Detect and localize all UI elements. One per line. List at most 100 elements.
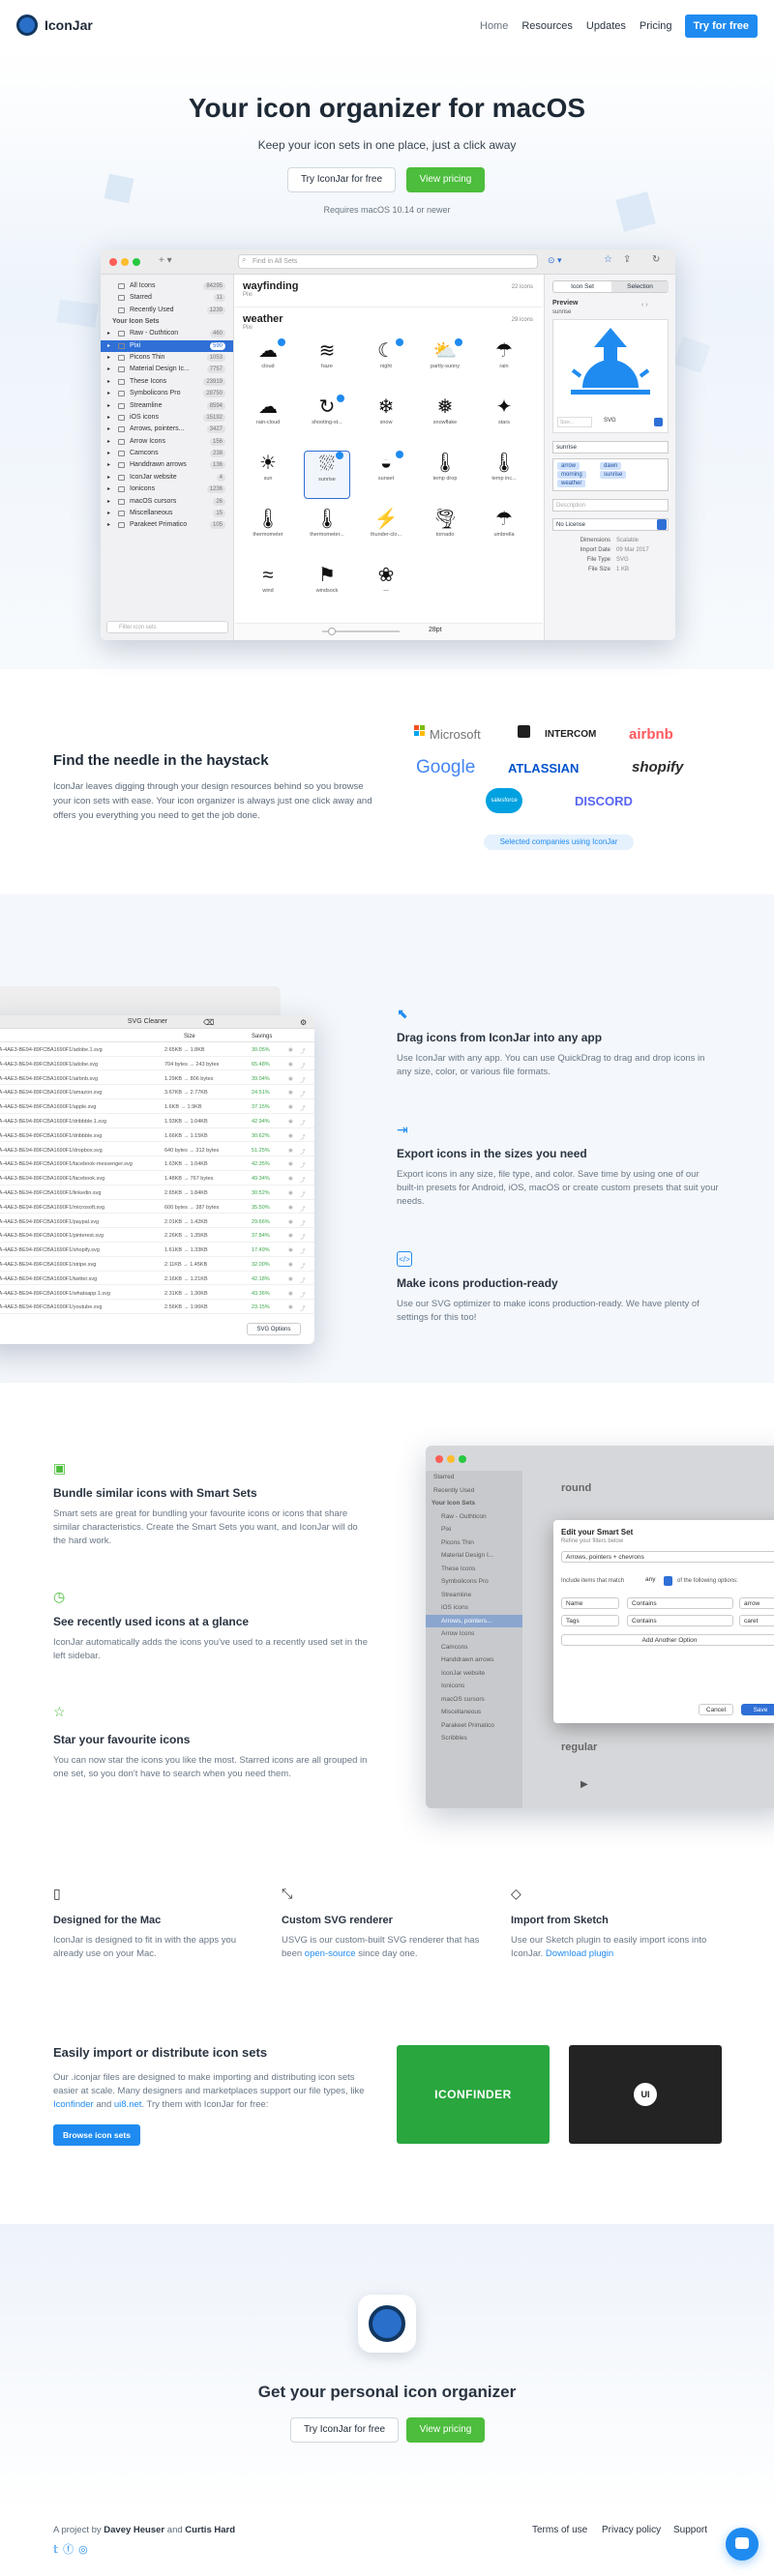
zoom-window-icon[interactable] [133,258,140,266]
prev-next-icon[interactable]: ‹ › [641,302,648,308]
quicklook-icon[interactable]: ◉ [288,1076,293,1082]
cleaner-row[interactable]: ...62CA-4AE3-BE94-89FCBA1690F1/facebook-… [0,1158,314,1172]
download-plugin-link[interactable]: Download plugin [546,1948,613,1959]
icon-tile[interactable]: ☁ cloud [245,338,291,387]
disclosure-icon[interactable]: ▸ [107,472,110,483]
sidebar-item[interactable]: ▸ Arrows, pointers... 3427 [101,424,233,435]
quicklook-icon[interactable]: ◉ [288,1119,293,1125]
cleaner-row[interactable]: ...62CA-4AE3-BE94-89FCBA1690F1/airbnb.sv… [0,1073,314,1086]
ui8-tile[interactable]: UI [569,2045,722,2144]
icon-tile[interactable]: ☀ sun [245,451,291,499]
ui8-link[interactable]: ui8.net [114,2099,142,2110]
sidebar-item[interactable]: ▸ Handdrawn arrows 136 [101,459,233,471]
quicklook-icon[interactable]: ◉ [288,1062,293,1068]
icon-tile[interactable]: ⚑ windsock [304,563,350,611]
cleaner-row[interactable]: ...62CA-4AE3-BE94-89FCBA1690F1/adobe.1.s… [0,1044,314,1057]
minimize-window-icon[interactable] [447,1455,455,1463]
nav-link-home[interactable]: Home [475,15,513,37]
disclosure-icon[interactable]: ▸ [107,424,110,435]
nav-link-resources[interactable]: Resources [517,15,578,37]
icon-tile[interactable]: ◒ sunset [363,451,409,499]
disclosure-icon[interactable]: ▸ [107,340,110,352]
sidebar-item[interactable]: ▸ Picons Thin 1053 [101,352,233,364]
quicklook-icon[interactable]: ◉ [288,1262,293,1268]
share-icon[interactable]: ⇪ [623,254,631,265]
author-davey-link[interactable]: Davey Heuser [104,2525,164,2535]
close-window-icon[interactable] [435,1455,443,1463]
size-input[interactable]: Size... [557,417,592,427]
disclosure-icon[interactable]: ▸ [107,448,110,459]
smart-sidebar-item[interactable]: Recently Used [426,1484,522,1498]
smart-sidebar-item[interactable]: iOS icons [426,1601,522,1615]
tag-chip[interactable]: weather [557,480,586,487]
twitter-icon[interactable]: 𝕥 [53,2544,63,2556]
finder-icon[interactable]: ⤴ [300,1090,306,1098]
add-icon[interactable]: + ▾ [159,255,172,266]
quicklook-icon[interactable]: ◉ [288,1161,293,1167]
disclosure-icon[interactable]: ▸ [107,508,110,519]
cleaner-row[interactable]: ...62CA-4AE3-BE94-89FCBA1690F1/twitter.s… [0,1273,314,1286]
cleaner-row[interactable]: ...62CA-4AE3-BE94-89FCBA1690F1/microsoft… [0,1202,314,1215]
smart-sidebar-item[interactable]: Streamline [426,1589,522,1602]
add-option-button[interactable]: Add Another Option [561,1634,774,1646]
sidebar-item[interactable]: ▸ Arrow Icons 156 [101,436,233,448]
disclosure-icon[interactable]: ▸ [107,328,110,339]
disclosure-icon[interactable]: ▸ [107,364,110,375]
zoom-window-icon[interactable] [459,1455,466,1463]
smart-sidebar-item[interactable]: Parakeet Primatico [426,1719,522,1733]
smart-sidebar-item[interactable]: Symbolicons Pro [426,1575,522,1589]
minimize-window-icon[interactable] [121,258,129,266]
nav-link-pricing[interactable]: Pricing [635,15,677,37]
smart-sidebar-item[interactable]: Pixi [426,1523,522,1537]
finder-icon[interactable]: ⤴ [300,1076,306,1084]
quicklook-icon[interactable]: ◉ [288,1047,293,1053]
smart-sidebar-item[interactable]: Starred [426,1471,522,1484]
support-link[interactable]: Support [673,2525,707,2535]
cleaner-row[interactable]: ...62CA-4AE3-BE94-89FCBA1690F1/shopify.s… [0,1244,314,1257]
icon-tile[interactable]: 🌪 tornado [422,507,468,555]
zoom-slider-handle[interactable] [328,628,336,635]
finder-icon[interactable]: ⤴ [300,1104,306,1112]
quicklook-icon[interactable]: ◉ [288,1304,293,1310]
match-select[interactable]: any [645,1576,655,1583]
quicklook-icon[interactable]: ◉ [288,1148,293,1154]
name-field[interactable]: sunrise [552,441,669,454]
license-select[interactable]: No License [552,518,669,531]
finder-icon[interactable]: ⤴ [300,1062,306,1069]
dribbble-icon[interactable]: ◎ [78,2544,93,2556]
finder-icon[interactable]: ⤴ [300,1304,306,1312]
open-source-link[interactable]: open-source [305,1948,356,1959]
cancel-button[interactable]: Cancel [699,1704,733,1715]
icon-tile[interactable]: 🌡 thermometer... [304,507,350,555]
icon-tile[interactable]: ❄ snow [363,395,409,443]
sidebar-item[interactable]: Starred 11 [101,292,233,304]
smart-set-name-field[interactable]: Arrows, pointers + chevrons [561,1551,774,1563]
disclosure-icon[interactable]: ▸ [107,436,110,448]
finder-icon[interactable]: ⤴ [300,1219,306,1227]
cleaner-row[interactable]: ...62CA-4AE3-BE94-89FCBA1690F1/youtube.s… [0,1302,314,1315]
quicklook-icon[interactable]: ◉ [288,1219,293,1225]
tab-icon-set[interactable]: Icon Set [553,281,611,292]
sidebar-item[interactable]: ▸ Symbolicons Pro 28750 [101,388,233,399]
zoom-size-value[interactable]: 28pt [429,627,442,633]
cleaner-row[interactable]: ...62CA-4AE3-BE94-89FCBA1690F1/paypal.sv… [0,1216,314,1229]
icon-tile[interactable]: ✦ stars [481,395,527,443]
chat-bubble-icon[interactable] [726,2528,759,2561]
filter-sets-input[interactable]: Filter icon sets [106,621,228,633]
quicklook-icon[interactable]: ◉ [288,1233,293,1239]
quicklook-icon[interactable]: ◉ [288,1205,293,1211]
smart-sidebar-item[interactable]: Miscellaneous [426,1706,522,1719]
cleaner-row[interactable]: ...62CA-4AE3-BE94-89FCBA1690F1/dribbble.… [0,1116,314,1128]
icon-tile[interactable]: ☁ rain-cloud [245,395,291,443]
sidebar-item[interactable]: ▸ These Icons 23919 [101,376,233,388]
finder-icon[interactable]: ⤴ [300,1133,306,1141]
icon-tile[interactable]: ❀ — [363,563,409,611]
icon-tile[interactable]: ⚡ thunder-clo... [363,507,409,555]
disclosure-icon[interactable]: ▸ [107,412,110,424]
rule-value-field[interactable]: arrow [739,1597,774,1609]
try-free-button[interactable]: Try IconJar for free [287,167,396,192]
icon-tile[interactable]: ≈ wind [245,563,291,611]
smart-sidebar-item[interactable]: Picons Thin [426,1537,522,1550]
disclosure-icon[interactable]: ▸ [107,352,110,364]
finder-icon[interactable]: ⤴ [300,1176,306,1184]
